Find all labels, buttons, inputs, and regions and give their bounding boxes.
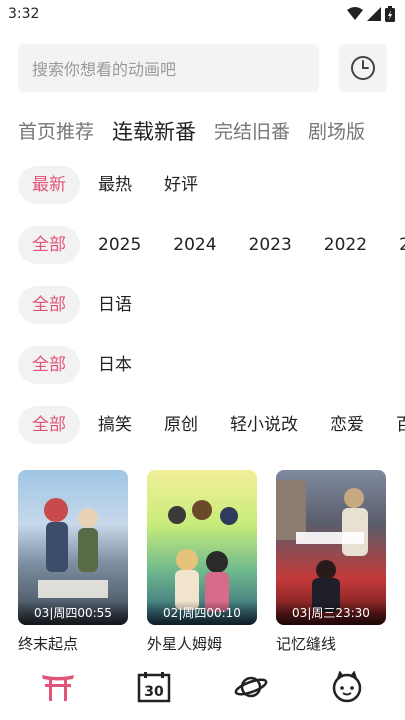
- nav-discover[interactable]: [226, 665, 276, 709]
- calendar-icon: 30: [138, 672, 171, 703]
- chip-sort-rated[interactable]: 好评: [150, 166, 212, 204]
- signal-icon: [367, 7, 381, 21]
- status-time: 3:32: [8, 6, 40, 22]
- chip-genre-comedy[interactable]: 搞笑: [84, 406, 146, 444]
- bottom-nav: 30: [0, 662, 405, 712]
- filter-genre: 全部 搞笑 原创 轻小说改 恋爱 百合: [18, 406, 405, 444]
- wifi-icon: [347, 7, 363, 20]
- chip-region-all[interactable]: 全部: [18, 346, 80, 384]
- battery-icon: [385, 6, 395, 22]
- chip-year-all[interactable]: 全部: [18, 226, 80, 264]
- anime-card[interactable]: 02|周四00:10 外星人姆姆: [147, 470, 257, 654]
- tab-ongoing[interactable]: 连载新番: [112, 112, 196, 152]
- chip-region-japan[interactable]: 日本: [84, 346, 146, 384]
- history-button[interactable]: [339, 44, 387, 92]
- chip-year-2022[interactable]: 2022: [310, 226, 381, 264]
- search-placeholder: 搜索你想看的动画吧: [32, 60, 177, 79]
- tab-movies[interactable]: 剧场版: [308, 112, 365, 152]
- main-tabs: 首页推荐 连载新番 完结旧番 剧场版: [18, 112, 405, 156]
- chip-genre-light-novel[interactable]: 轻小说改: [216, 406, 312, 444]
- clock-icon: [351, 56, 375, 80]
- anime-title[interactable]: 终末起点: [18, 633, 128, 654]
- chip-genre-all[interactable]: 全部: [18, 406, 80, 444]
- anime-card[interactable]: 03|周四00:55 终末起点: [18, 470, 128, 654]
- anime-title[interactable]: 外星人姆姆: [147, 633, 257, 654]
- nav-profile[interactable]: [322, 665, 372, 709]
- episode-label: 03|周三23:30: [276, 601, 386, 625]
- episode-label: 03|周四00:55: [18, 601, 128, 625]
- anime-poster[interactable]: 03|周四00:55: [18, 470, 128, 625]
- chip-year-2021[interactable]: 2021: [385, 226, 405, 264]
- svg-text:30: 30: [145, 684, 165, 700]
- chip-year-2025[interactable]: 2025: [84, 226, 155, 264]
- filter-region: 全部 日本: [18, 346, 405, 384]
- status-bar: 3:32: [0, 0, 405, 28]
- chip-genre-original[interactable]: 原创: [150, 406, 212, 444]
- chip-sort-hot[interactable]: 最热: [84, 166, 146, 204]
- filter-year: 全部 2025 2024 2023 2022 2021: [18, 226, 405, 264]
- chip-genre-yuri[interactable]: 百合: [382, 406, 405, 444]
- profile-icon: [332, 671, 362, 703]
- chip-language-all[interactable]: 全部: [18, 286, 80, 324]
- chip-sort-latest[interactable]: 最新: [18, 166, 80, 204]
- status-icons: [347, 6, 395, 22]
- torii-icon: [42, 675, 75, 701]
- anime-poster[interactable]: 02|周四00:10: [147, 470, 257, 625]
- chip-year-2023[interactable]: 2023: [235, 226, 306, 264]
- chip-language-japanese[interactable]: 日语: [84, 286, 146, 324]
- nav-schedule[interactable]: 30: [129, 665, 179, 709]
- episode-label: 02|周四00:10: [147, 601, 257, 625]
- tab-home-recommend[interactable]: 首页推荐: [18, 112, 94, 152]
- chip-year-2024[interactable]: 2024: [159, 226, 230, 264]
- nav-home[interactable]: [33, 665, 83, 709]
- anime-poster[interactable]: 03|周三23:30: [276, 470, 386, 625]
- chip-genre-romance[interactable]: 恋爱: [316, 406, 378, 444]
- planet-icon: [234, 676, 268, 698]
- filter-sort: 最新 最热 好评: [18, 166, 405, 204]
- anime-title[interactable]: 记忆缝线: [276, 633, 386, 654]
- search-input[interactable]: 搜索你想看的动画吧: [18, 44, 319, 92]
- search-row: 搜索你想看的动画吧: [18, 44, 387, 92]
- filter-language: 全部 日语: [18, 286, 405, 324]
- anime-card-list: 03|周四00:55 终末起点 02|周四00:10 外星人姆姆 03|周三23…: [18, 470, 387, 654]
- anime-card[interactable]: 03|周三23:30 记忆缝线: [276, 470, 386, 654]
- tab-completed[interactable]: 完结旧番: [214, 112, 290, 152]
